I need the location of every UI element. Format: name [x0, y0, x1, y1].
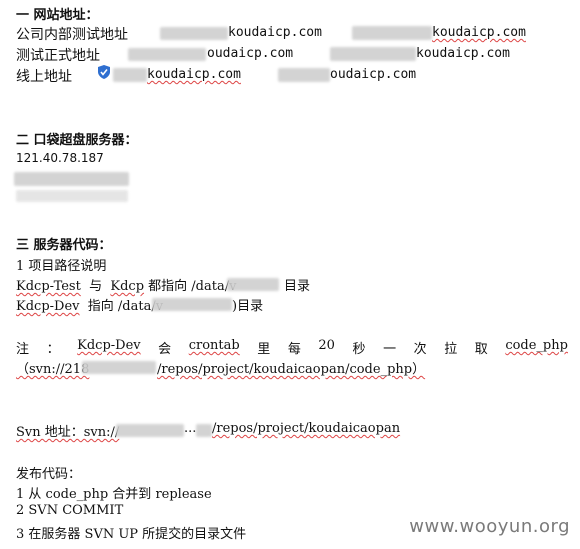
note-word: 一 [383, 342, 397, 357]
redacted-block [16, 190, 128, 202]
note-word: 20 [318, 338, 335, 353]
shield-icon [98, 65, 110, 79]
redacted-block [14, 172, 129, 186]
row-3-url-1[interactable]: koudaicp.com [147, 67, 241, 82]
redacted-block [330, 47, 416, 61]
svn-address-label: Svn 地址：svn:// [16, 425, 120, 440]
kdcp-dev-text: Kdcp-Dev [16, 299, 80, 314]
row-1-url-2[interactable]: koudaicp.com [432, 25, 526, 40]
row-3-label: 线上地址 [16, 69, 72, 85]
redacted-block [128, 48, 206, 61]
row-1-label: 公司内部测试地址 [16, 27, 128, 43]
directory-text: 目录 [284, 279, 311, 294]
row-1-url-1[interactable]: koudaicp.com [228, 25, 322, 40]
redacted-block [116, 424, 184, 437]
kdcp-text: Kdcp [110, 279, 145, 294]
section-1-title: 一 网站地址： [16, 8, 99, 23]
note-word: 里 [257, 342, 271, 357]
row-2-url-1[interactable]: oudaicp.com [207, 46, 293, 61]
note-word: 拉 [444, 342, 458, 357]
redacted-block [160, 27, 228, 40]
note-word: Kdcp-Dev [77, 338, 141, 353]
publish-step-3: 3 在服务器 SVN UP 所提交的目录文件 [16, 527, 247, 542]
redacted-block [152, 298, 232, 311]
directory-text: )目录 [232, 299, 264, 314]
row-2-label: 测试正式地址 [16, 48, 100, 64]
redacted-block [82, 361, 156, 374]
note-line: 注 ： Kdcp-Dev 会 crontab 里 每 20 秒 一 次 拉 取 … [16, 338, 568, 357]
row-3-url-2[interactable]: oudaicp.com [330, 67, 416, 82]
note-word: 每 [287, 342, 301, 357]
watermark: www.wooyun.org [409, 516, 570, 537]
note-word: 取 [474, 342, 488, 357]
redacted-block [113, 68, 147, 82]
publish-step-2: 2 SVN COMMIT [16, 503, 124, 518]
section-3-title: 三 服务器代码： [16, 238, 112, 253]
kdcp-test-text: Kdcp-Test [16, 279, 81, 294]
redacted-block [352, 26, 432, 40]
row-2-url-2[interactable]: koudaicp.com [416, 46, 510, 61]
path-description: 1 项目路径说明 [16, 259, 107, 274]
dev-path-line: Kdcp-Dev 指向 /data/v [16, 295, 163, 314]
note-word: 秒 [352, 342, 366, 357]
note-word: crontab [188, 338, 240, 353]
redacted-block [196, 424, 212, 437]
redacted-block [227, 278, 279, 291]
note-word: code_php [505, 338, 568, 353]
note-svn-prefix: （svn://218 [16, 362, 90, 377]
redacted-block [278, 68, 330, 82]
publish-title: 发布代码： [16, 467, 82, 482]
note-word: 注 [16, 342, 30, 357]
note-svn-path: /repos/project/koudaicaopan/code_php） [157, 362, 426, 377]
publish-step-1: 1 从 code_php 合并到 replease [16, 487, 212, 502]
server-ip: 121.40.78.187 [16, 151, 104, 165]
svn-address-ellipsis: ... [184, 421, 197, 436]
svn-address-path[interactable]: /repos/project/koudaicaopan [212, 421, 400, 436]
section-2-title: 二 口袋超盘服务器： [16, 133, 138, 148]
test-path-line: Kdcp-Test 与 Kdcp 都指向 /data/v [16, 275, 236, 294]
note-word: 会 [158, 342, 172, 357]
and-text: 与 [89, 279, 103, 294]
note-word: 次 [413, 342, 427, 357]
note-word: ： [46, 342, 60, 357]
points-to-text: 都指向 /data/v [148, 279, 237, 294]
